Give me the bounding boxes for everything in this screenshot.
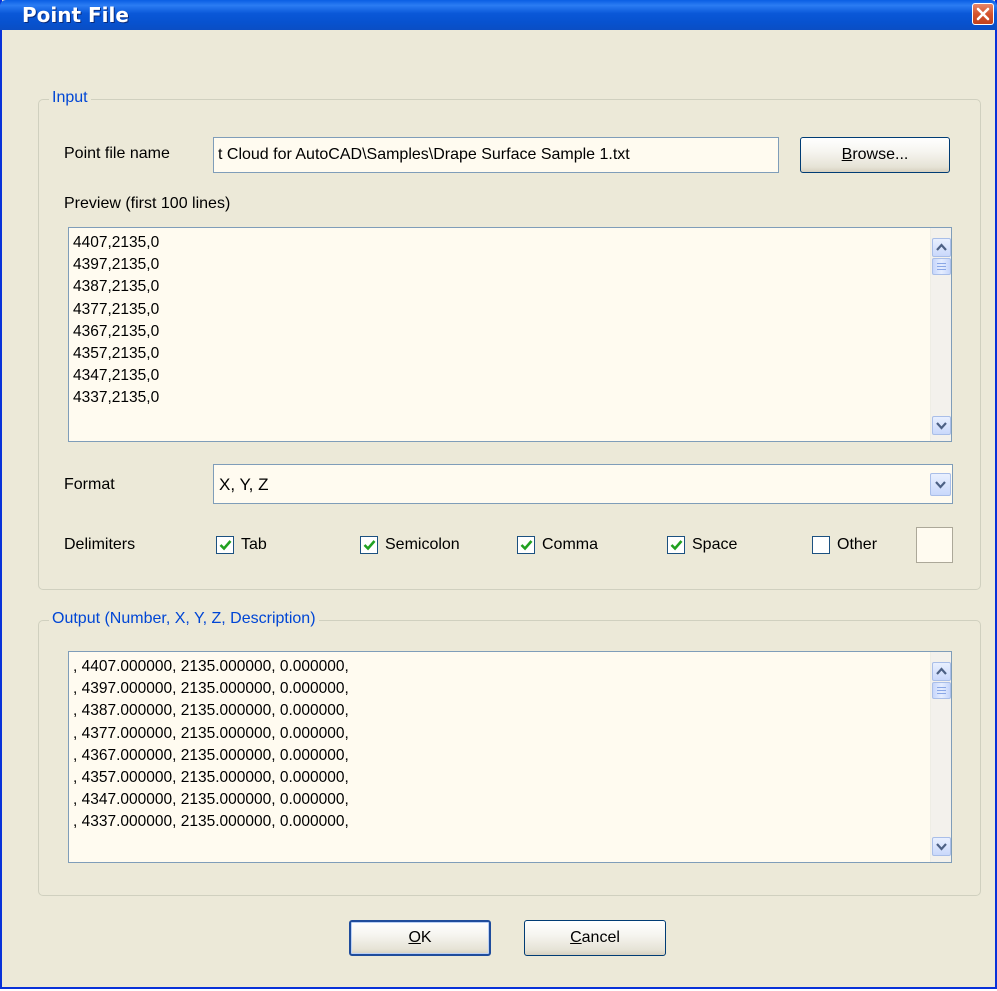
tab-label: Tab [241,536,267,553]
output-group-legend: Output (Number, X, Y, Z, Description) [49,610,319,628]
checkmark-icon [670,540,683,551]
preview-scroll-thumb[interactable] [932,258,951,275]
output-scroll-down-button[interactable] [932,837,951,856]
preview-scrollbar[interactable] [930,228,951,441]
output-scrollbar[interactable] [930,652,951,862]
point-file-name-label: Point file name [64,145,170,162]
chevron-down-icon [936,843,947,851]
browse-label: rowse... [852,146,909,163]
preview-scroll-down-button[interactable] [932,416,951,435]
output-lines: , 4407.000000, 2135.000000, 0.000000, , … [73,658,349,831]
window-title: Point File [22,3,129,27]
preview-listbox[interactable]: 4407,2135,0 4397,2135,0 4387,2135,0 4377… [68,227,952,442]
semicolon-label: Semicolon [385,536,460,553]
space-label: Space [692,536,738,553]
title-bar[interactable]: Point File [0,0,997,30]
ok-label: K [420,929,432,946]
other-checkbox[interactable] [812,536,830,554]
ok-button[interactable]: OK [349,920,491,956]
input-group-legend: Input [49,89,91,107]
delimiters-label: Delimiters [64,536,136,553]
cancel-button[interactable]: Cancel [524,920,666,956]
preview-scroll-up-button[interactable] [932,238,951,257]
point-file-dialog: Point File Input Point file name t Cloud… [0,0,997,989]
checkmark-icon [363,540,376,551]
format-dropdown-button[interactable] [930,473,951,496]
space-checkbox[interactable] [667,536,685,554]
close-icon [976,7,990,21]
chevron-up-icon [936,667,947,675]
comma-label: Comma [542,536,599,553]
close-button[interactable] [972,3,994,25]
ok-accelerator: O [408,929,421,946]
semicolon-checkbox[interactable] [360,536,378,554]
output-scroll-thumb[interactable] [932,682,951,699]
cancel-accelerator: C [570,929,582,946]
preview-lines: 4407,2135,0 4397,2135,0 4387,2135,0 4377… [73,234,160,407]
comma-checkbox[interactable] [517,536,535,554]
chevron-down-icon [935,481,946,489]
browse-accelerator: B [841,146,853,163]
point-file-name-field[interactable]: t Cloud for AutoCAD\Samples\Drape Surfac… [213,137,779,173]
browse-button[interactable]: Browse... [800,137,950,173]
checkmark-icon [520,540,533,551]
other-label: Other [837,536,878,553]
output-scroll-up-button[interactable] [932,662,951,681]
chevron-down-icon [936,422,947,430]
format-label: Format [64,476,115,493]
output-listbox[interactable]: , 4407.000000, 2135.000000, 0.000000, , … [68,651,952,863]
tab-checkbox[interactable] [216,536,234,554]
preview-label: Preview (first 100 lines) [64,195,231,212]
point-file-name-value: t Cloud for AutoCAD\Samples\Drape Surfac… [218,146,630,163]
chevron-up-icon [936,243,947,251]
cancel-label: ancel [581,929,620,946]
format-value: X, Y, Z [219,475,269,494]
checkmark-icon [219,540,232,551]
format-dropdown[interactable]: X, Y, Z [213,464,953,504]
other-delimiter-input[interactable] [916,527,953,563]
